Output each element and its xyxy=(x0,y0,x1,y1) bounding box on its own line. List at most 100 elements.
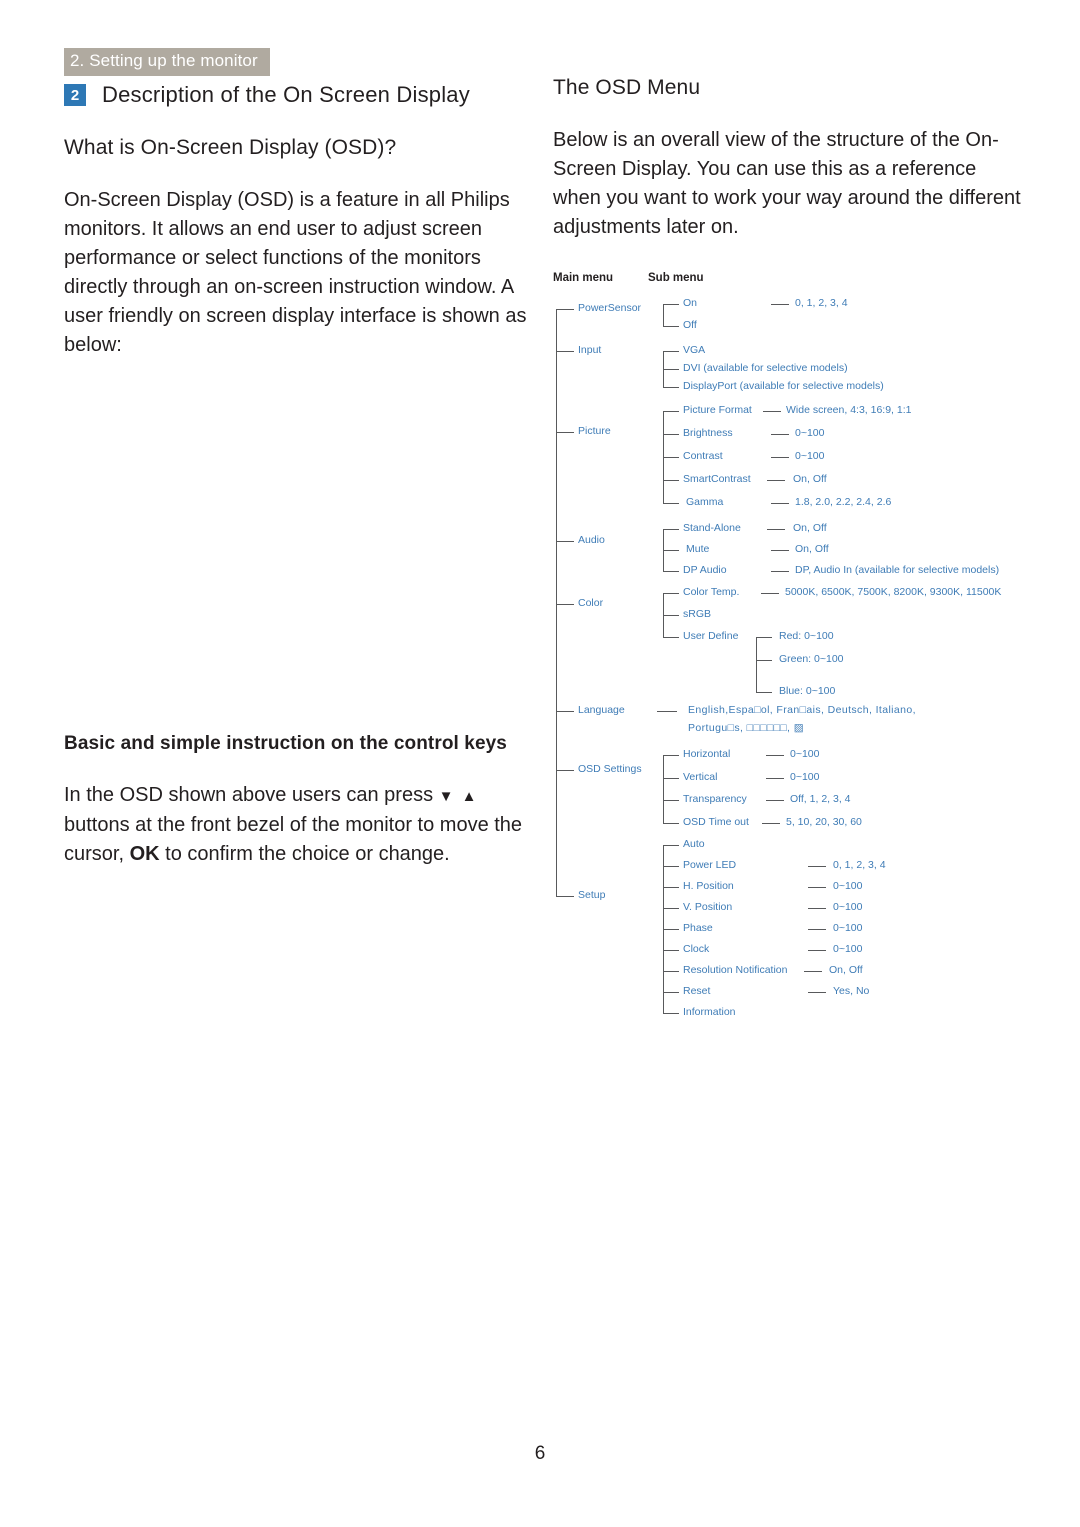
connector-setup-clock xyxy=(663,950,679,951)
connector-setup-hposition xyxy=(663,887,679,888)
value-brightness: 0~100 xyxy=(795,427,825,439)
connector-language-value xyxy=(657,711,677,712)
connector-userdefine-green xyxy=(756,660,772,661)
value-language-line1: English,Espa□ol, Fran□ais, Deutsch, Ital… xyxy=(688,704,916,716)
connector-picture-format-value xyxy=(763,411,781,412)
sub-item-setup-h-position: H. Position xyxy=(683,880,734,892)
value-transparency: Off, 1, 2, 3, 4 xyxy=(790,793,851,805)
main-item-powersensor: PowerSensor xyxy=(578,302,642,314)
connector-language xyxy=(556,711,574,712)
connector-setup-information xyxy=(663,1013,679,1014)
connector-picture xyxy=(556,432,574,433)
section-heading: 2 Description of the On Screen Display xyxy=(64,82,470,108)
connector-reset-value xyxy=(808,992,826,993)
value-vertical: 0~100 xyxy=(790,771,820,783)
sub-item-setup-reset: Reset xyxy=(683,985,711,997)
connector-setup-powerled xyxy=(663,866,679,867)
connector-transparency-value xyxy=(766,800,784,801)
connector-audio-mute xyxy=(663,550,679,551)
connector-powersensor-on-value xyxy=(771,304,789,305)
arrow-glyphs: ▼ ▲ xyxy=(438,788,479,805)
heading-control-keys: Basic and simple instruction on the cont… xyxy=(64,733,507,754)
sub-item-setup-power-led: Power LED xyxy=(683,859,737,871)
connector-horizontal-value xyxy=(766,755,784,756)
main-item-color: Color xyxy=(578,597,604,609)
diagram-column-header-sub: Sub menu xyxy=(648,272,704,284)
connector-input-displayport xyxy=(663,387,679,388)
sub-item-setup-clock: Clock xyxy=(683,943,710,955)
value-user-define-red: Red: 0~100 xyxy=(779,630,834,642)
value-powersensor-on: 0, 1, 2, 3, 4 xyxy=(795,297,848,309)
running-header: 2. Setting up the monitor xyxy=(64,48,270,76)
diagram-column-header-main: Main menu xyxy=(553,272,614,284)
connector-hposition-value xyxy=(808,887,826,888)
connector-setup-resolution xyxy=(663,971,679,972)
value-user-define-green: Green: 0~100 xyxy=(779,653,844,665)
connector-clock-value xyxy=(808,950,826,951)
section-number-badge: 2 xyxy=(64,84,86,106)
sub-item-setup-auto: Auto xyxy=(683,838,705,850)
bracket-powersensor xyxy=(663,304,664,326)
connector-osd-horizontal xyxy=(663,755,679,756)
connector-brightness-value xyxy=(771,434,789,435)
right-column: The OSD Menu Below is an overall view of… xyxy=(553,76,1023,242)
sub-item-osd-time-out: OSD Time out xyxy=(683,816,749,828)
value-power-led: 0, 1, 2, 3, 4 xyxy=(833,859,886,871)
sub-item-audio-stand-alone: Stand-Alone xyxy=(683,522,741,534)
value-osd-time-out: 5, 10, 20, 30, 60 xyxy=(786,816,862,828)
sub-item-input-displayport: DisplayPort (available for selective mod… xyxy=(683,380,884,392)
connector-powersensor xyxy=(556,309,574,310)
section-title: Description of the On Screen Display xyxy=(102,82,470,107)
value-gamma: 1.8, 2.0, 2.2, 2.4, 2.6 xyxy=(795,496,892,508)
connector-smartcontrast-value xyxy=(767,480,785,481)
sub-item-input-dvi: DVI (available for selective models) xyxy=(683,362,848,374)
sub-item-setup-v-position: V. Position xyxy=(683,901,733,913)
connector-osd-transparency xyxy=(663,800,679,801)
sub-item-picture-smartcontrast: SmartContrast xyxy=(683,473,751,485)
keys-text-part3: to confirm the choice or change. xyxy=(159,843,450,865)
connector-setup-vposition xyxy=(663,908,679,909)
sub-item-input-vga: VGA xyxy=(683,344,706,356)
value-contrast: 0~100 xyxy=(795,450,825,462)
sub-item-audio-dp-audio: DP Audio xyxy=(683,564,727,576)
connector-setup-auto xyxy=(663,845,679,846)
connector-color xyxy=(556,604,574,605)
connector-contrast-value xyxy=(771,457,789,458)
connector-color-temp xyxy=(663,593,679,594)
sub-item-color-user-define: User Define xyxy=(683,630,739,642)
bracket-osd-settings xyxy=(663,755,664,823)
heading-the-osd-menu: The OSD Menu xyxy=(553,76,701,99)
sub-item-powersensor-on: On xyxy=(683,297,698,309)
connector-input-dvi xyxy=(663,369,679,370)
paragraph-the-osd-menu: Below is an overall view of the structur… xyxy=(553,129,1021,238)
connector-powersensor-off xyxy=(663,326,679,327)
connector-userdefine-blue xyxy=(756,692,772,693)
sub-item-powersensor-off: Off xyxy=(683,319,697,331)
sub-item-osd-horizontal: Horizontal xyxy=(683,748,731,760)
value-color-temp: 5000K, 6500K, 7500K, 8200K, 9300K, 11500… xyxy=(785,586,1002,598)
sub-item-picture-format: Picture Format xyxy=(683,404,752,416)
value-stand-alone: On, Off xyxy=(793,522,827,534)
value-dp-audio: DP, Audio In (available for selective mo… xyxy=(795,564,1000,576)
connector-picture-brightness xyxy=(663,434,679,435)
connector-powersensor-on xyxy=(663,304,679,305)
connector-osd-settings xyxy=(556,770,574,771)
connector-dpaudio-value xyxy=(771,571,789,572)
connector-setup-reset xyxy=(663,992,679,993)
paragraph-control-keys: In the OSD shown above users can press ▼… xyxy=(64,781,534,869)
main-item-picture: Picture xyxy=(578,425,611,437)
sub-item-picture-gamma: Gamma xyxy=(686,496,724,508)
connector-timeout-value xyxy=(762,823,780,824)
value-user-define-blue: Blue: 0~100 xyxy=(779,685,836,697)
value-h-position: 0~100 xyxy=(833,880,863,892)
value-reset: Yes, No xyxy=(833,985,870,997)
main-item-setup: Setup xyxy=(578,889,606,901)
value-horizontal: 0~100 xyxy=(790,748,820,760)
main-item-input: Input xyxy=(578,344,602,356)
connector-color-userdefine xyxy=(663,637,679,638)
value-clock: 0~100 xyxy=(833,943,863,955)
main-item-osd-settings: OSD Settings xyxy=(578,763,642,775)
connector-audio-standalone xyxy=(663,529,679,530)
connector-input-vga xyxy=(663,351,679,352)
connector-audio-dp xyxy=(663,571,679,572)
